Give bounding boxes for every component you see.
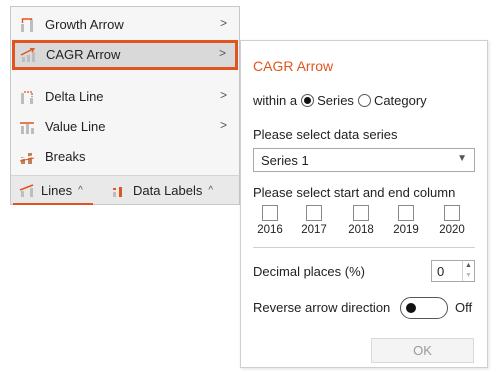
delta-line-icon: [21, 91, 33, 104]
year-column-2016[interactable]: 2016: [253, 205, 287, 236]
series-radio[interactable]: [301, 94, 315, 107]
cagr-arrow-icon: [20, 47, 36, 62]
year-label: 2017: [301, 224, 327, 236]
stepper-up-icon[interactable]: ▲: [462, 261, 474, 271]
chevron-down-icon: ▼: [457, 153, 467, 164]
menu-item-label: Value Line: [45, 119, 106, 134]
lines-button-label: Lines: [41, 182, 73, 198]
menu-item-label: CAGR Arrow: [46, 47, 121, 62]
lines-button[interactable]: Lines ^: [13, 176, 93, 205]
category-radio[interactable]: [357, 94, 371, 107]
year-column-2017[interactable]: 2017: [297, 205, 331, 236]
data-labels-button[interactable]: Data Labels ^: [111, 176, 213, 204]
reverse-arrow-state: Off: [455, 300, 473, 315]
decimal-places-stepper[interactable]: 0 ▲ ▼: [431, 260, 475, 282]
cagr-arrow-panel: CAGR Arrow within a Series Category Plea…: [240, 40, 488, 368]
series-prompt: Please select data series: [253, 127, 398, 142]
year-label: 2020: [439, 224, 465, 236]
submenu-chevron-icon: >: [219, 118, 227, 132]
submenu-chevron-icon: >: [218, 46, 226, 60]
data-labels-icon: [113, 187, 122, 197]
data-labels-button-label: Data Labels: [133, 182, 203, 198]
toolbar: Lines ^ Data Labels ^: [10, 175, 240, 205]
menu-item-label: Growth Arrow: [45, 17, 124, 32]
series-radio-label[interactable]: Series: [317, 93, 354, 108]
menu-item-breaks[interactable]: Breaks: [11, 143, 239, 171]
caret-up-icon: ^: [78, 184, 83, 196]
stepper-down-icon[interactable]: ▼: [462, 271, 474, 281]
caret-up-icon: ^: [208, 184, 214, 196]
divider: [253, 247, 475, 248]
year-checkbox[interactable]: [444, 205, 460, 221]
year-checkbox[interactable]: [262, 205, 278, 221]
value-line-icon: [20, 122, 34, 134]
within-row: within a Series Category: [253, 93, 427, 108]
within-label: within a: [253, 93, 298, 108]
insert-lines-menu: Growth Arrow > CAGR Arrow > Delta Line >…: [10, 6, 240, 178]
series-dropdown-value: Series 1: [261, 153, 309, 168]
year-column-2019[interactable]: 2019: [389, 205, 423, 236]
columns-prompt: Please select start and end column: [253, 185, 456, 200]
menu-item-label: Delta Line: [45, 89, 104, 104]
year-label: 2018: [348, 224, 374, 236]
menu-item-label: Breaks: [45, 149, 86, 164]
toggle-knob: [406, 303, 416, 313]
ok-button[interactable]: OK: [371, 338, 474, 363]
year-column-2018[interactable]: 2018: [344, 205, 378, 236]
year-label: 2016: [257, 224, 283, 236]
reverse-arrow-label: Reverse arrow direction: [253, 300, 391, 315]
year-column-2020[interactable]: 2020: [435, 205, 469, 236]
decimal-places-label: Decimal places (%): [253, 264, 365, 279]
breaks-icon: [19, 153, 35, 164]
year-label: 2019: [393, 224, 419, 236]
category-radio-label[interactable]: Category: [374, 93, 427, 108]
growth-arrow-icon: [21, 18, 33, 32]
lines-icon: [19, 184, 34, 197]
reverse-arrow-toggle[interactable]: [400, 297, 448, 319]
menu-item-growth-arrow[interactable]: Growth Arrow >: [11, 11, 239, 39]
panel-title: CAGR Arrow: [253, 58, 334, 74]
year-checkbox[interactable]: [353, 205, 369, 221]
menu-item-delta-line[interactable]: Delta Line >: [11, 83, 239, 111]
decimal-places-value: 0: [437, 264, 445, 279]
year-checkbox[interactable]: [306, 205, 322, 221]
year-checkbox[interactable]: [398, 205, 414, 221]
year-checkboxes: 2016 2017 2018 2019 2020: [253, 205, 475, 241]
menu-item-value-line[interactable]: Value Line >: [11, 113, 239, 141]
menu-item-cagr-arrow[interactable]: CAGR Arrow >: [12, 40, 238, 70]
series-dropdown[interactable]: Series 1 ▼: [253, 148, 475, 172]
submenu-chevron-icon: >: [219, 16, 227, 30]
submenu-chevron-icon: >: [219, 88, 227, 102]
